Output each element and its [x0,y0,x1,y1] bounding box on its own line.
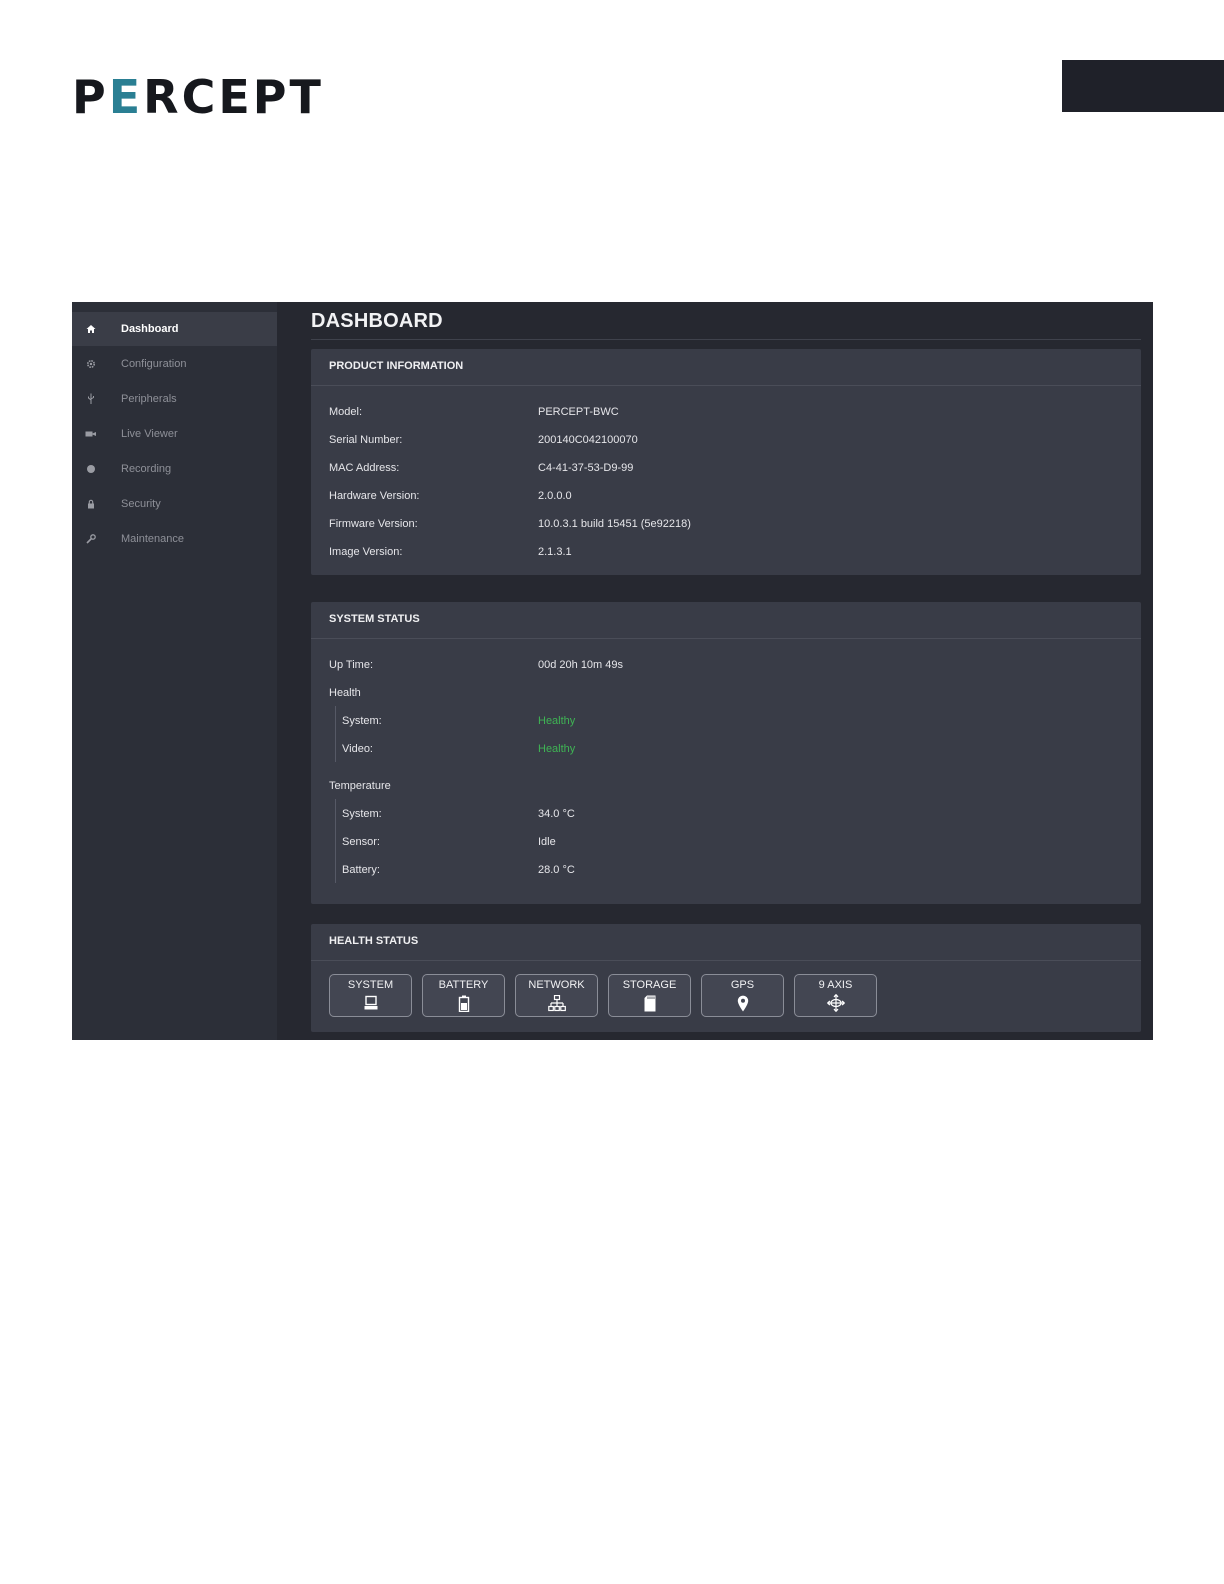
info-row-firmware-version: Firmware Version: 10.0.3.1 build 15451 (… [311,518,1141,534]
status-row-uptime: Up Time: 00d 20h 10m 49s [311,659,1141,675]
sd-card-icon [609,994,690,1012]
info-value: 200140C042100070 [538,434,638,446]
sidebar-item-peripherals[interactable]: Peripherals [72,382,277,416]
health-button-network[interactable]: NETWORK [515,974,598,1017]
sidebar-item-label: Live Viewer [121,428,178,440]
info-key: MAC Address: [329,462,400,474]
lock-icon [85,498,97,510]
sidebar-item-label: Configuration [121,358,187,370]
panel-header: PRODUCT INFORMATION [311,349,1141,386]
status-value: Healthy [538,743,576,755]
sidebar-item-recording[interactable]: Recording [72,452,277,486]
brand-logo: PERCEPT [72,72,324,122]
temperature-row-sensor: Sensor: Idle [311,836,1141,852]
sidebar-item-maintenance[interactable]: Maintenance [72,522,277,556]
info-value: 10.0.3.1 build 15451 (5e92218) [538,518,691,530]
health-button-label: 9 AXIS [818,979,853,991]
status-key: Battery: [342,864,380,876]
title-divider [311,339,1141,340]
panel-header: HEALTH STATUS [311,924,1141,961]
camera-icon [85,428,97,440]
page-title: DASHBOARD [311,310,443,332]
logo-text-accent: E [108,70,144,124]
status-value: 28.0 °C [538,864,575,876]
computer-icon [330,994,411,1012]
section-heading: Health [329,687,361,699]
info-row-mac-address: MAC Address: C4-41-37-53-D9-99 [311,462,1141,478]
health-row-video: Video: Healthy [311,743,1141,759]
temperature-row-system: System: 34.0 °C [311,808,1141,824]
logo-text-part1: P [72,70,109,124]
map-pin-icon [702,994,783,1012]
sidebar-item-configuration[interactable]: Configuration [72,347,277,381]
main-content: DASHBOARD PRODUCT INFORMATION Model: PER… [277,302,1153,1040]
health-button-gps[interactable]: GPS [701,974,784,1017]
health-button-battery[interactable]: BATTERY [422,974,505,1017]
info-row-image-version: Image Version: 2.1.3.1 [311,546,1141,562]
sidebar-item-label: Dashboard [121,323,179,335]
gear-icon [85,358,97,370]
home-icon [85,323,97,335]
network-icon [516,994,597,1012]
record-dot-icon [85,463,97,475]
health-status-panel: HEALTH STATUS SYSTEM BATTERY NETWORK STO… [311,924,1141,1032]
health-button-storage[interactable]: STORAGE [608,974,691,1017]
health-button-9-axis[interactable]: 9 AXIS [794,974,877,1017]
status-value: 00d 20h 10m 49s [538,659,624,671]
info-key: Image Version: [329,546,403,558]
status-key: Video: [342,743,373,755]
info-key: Model: [329,406,363,418]
health-heading-row: Health [311,687,1141,703]
info-row-serial-number: Serial Number: 200140C042100070 [311,434,1141,450]
sidebar-item-dashboard[interactable]: Dashboard [72,312,277,346]
health-button-label: SYSTEM [347,979,394,991]
app-window: Dashboard Configuration Peripherals Live… [72,302,1153,1040]
header-decoration-block [1062,60,1224,112]
info-key: Serial Number: [329,434,403,446]
system-status-panel: SYSTEM STATUS Up Time: 00d 20h 10m 49s H… [311,602,1141,904]
sidebar-item-live-viewer[interactable]: Live Viewer [72,417,277,451]
info-row-model: Model: PERCEPT-BWC [311,406,1141,422]
section-heading: Temperature [329,780,391,792]
status-value: Idle [538,836,556,848]
temperature-row-battery: Battery: 28.0 °C [311,864,1141,880]
info-value: 2.1.3.1 [538,546,572,558]
product-information-panel: PRODUCT INFORMATION Model: PERCEPT-BWC S… [311,349,1141,575]
status-key: Up Time: [329,659,374,671]
info-key: Hardware Version: [329,490,420,502]
health-button-system[interactable]: SYSTEM [329,974,412,1017]
sidebar-item-label: Recording [121,463,172,475]
temperature-heading-row: Temperature [311,780,1141,796]
status-key: Sensor: [342,836,380,848]
info-value: PERCEPT-BWC [538,406,619,418]
status-key: System: [342,715,382,727]
panel-title: HEALTH STATUS [329,935,419,947]
wrench-icon [85,533,97,545]
sidebar-item-security[interactable]: Security [72,487,277,521]
panel-title: SYSTEM STATUS [329,613,420,625]
sidebar: Dashboard Configuration Peripherals Live… [72,302,277,1040]
sidebar-item-label: Security [121,498,161,510]
battery-icon [423,994,504,1012]
status-value: Healthy [538,715,576,727]
health-row-system: System: Healthy [311,715,1141,731]
usb-icon [85,393,97,405]
info-value: 2.0.0.0 [538,490,572,502]
health-button-label: NETWORK [528,979,585,991]
logo-text-part2: RCEPT [143,70,324,124]
panel-title: PRODUCT INFORMATION [329,360,464,372]
info-row-hardware-version: Hardware Version: 2.0.0.0 [311,490,1141,506]
info-key: Firmware Version: [329,518,418,530]
health-button-label: STORAGE [622,979,677,991]
panel-header: SYSTEM STATUS [311,602,1141,639]
status-value: 34.0 °C [538,808,575,820]
health-button-label: GPS [730,979,755,991]
sidebar-item-label: Maintenance [121,533,184,545]
health-button-label: BATTERY [438,979,489,991]
sidebar-item-label: Peripherals [121,393,177,405]
status-key: System: [342,808,382,820]
axis-icon [795,994,876,1012]
info-value: C4-41-37-53-D9-99 [538,462,634,474]
